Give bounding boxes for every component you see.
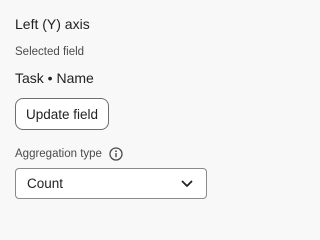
update-field-button[interactable]: Update field bbox=[15, 98, 109, 130]
aggregation-type-select[interactable]: Count bbox=[15, 168, 207, 199]
axis-settings-panel: Left (Y) axis Selected field Task • Name… bbox=[0, 0, 260, 223]
aggregation-type-label: Aggregation type bbox=[15, 148, 102, 160]
aggregation-label-row: Aggregation type bbox=[15, 147, 123, 161]
selected-field-value: Task • Name bbox=[15, 70, 94, 86]
info-icon[interactable] bbox=[109, 147, 123, 161]
aggregation-type-value: Count bbox=[27, 176, 64, 191]
chevron-down-icon bbox=[181, 180, 193, 188]
selected-field-label: Selected field bbox=[15, 46, 85, 58]
section-title: Left (Y) axis bbox=[15, 16, 90, 32]
